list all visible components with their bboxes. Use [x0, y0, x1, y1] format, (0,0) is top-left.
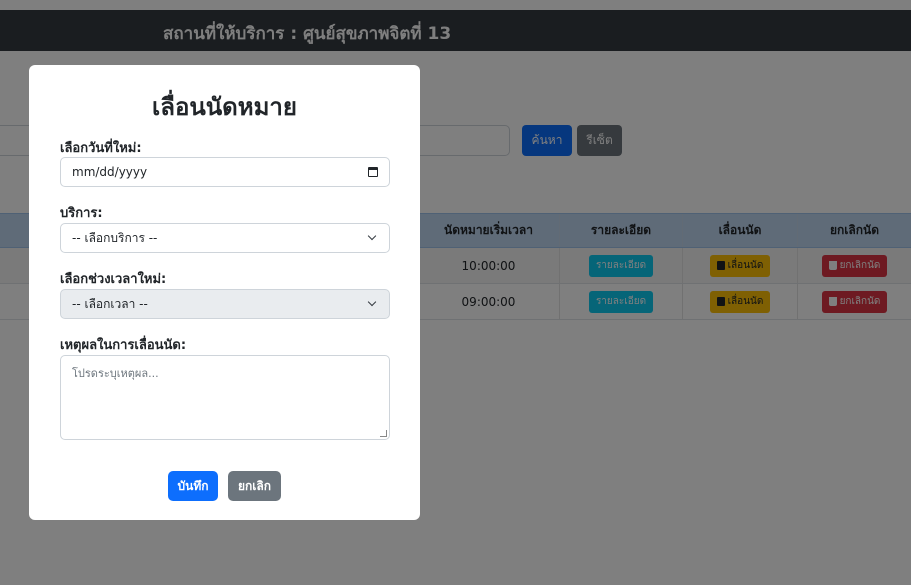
service-value: -- เลือกบริการ -- [72, 230, 158, 245]
modal-title: เลื่อนนัดหมาย [152, 93, 297, 121]
resize-handle-icon[interactable] [380, 430, 387, 437]
reason-placeholder: โปรดระบุเหตุผล... [72, 367, 159, 380]
reason-textarea[interactable]: โปรดระบุเหตุผล... [60, 355, 390, 440]
date-input[interactable]: mm/dd/yyyy [60, 157, 390, 187]
date-placeholder: mm/dd/yyyy [72, 165, 148, 179]
chevron-down-icon [367, 297, 377, 307]
calendar-icon[interactable] [368, 167, 378, 177]
time-value: -- เลือกเวลา -- [72, 296, 148, 311]
service-label: บริการ: [60, 206, 103, 221]
reschedule-modal: เลื่อนนัดหมาย เลือกวันที่ใหม่: mm/dd/yyy… [29, 65, 420, 520]
reason-label: เหตุผลในการเลื่อนนัด: [60, 338, 187, 353]
chevron-down-icon [367, 231, 377, 241]
date-label: เลือกวันที่ใหม่: [60, 141, 142, 156]
cancel-button[interactable]: ยกเลิก [228, 471, 281, 501]
save-button[interactable]: บันทึก [168, 471, 218, 501]
time-label: เลือกช่วงเวลาใหม่: [60, 272, 167, 287]
service-select[interactable]: -- เลือกบริการ -- [60, 223, 390, 253]
time-select[interactable]: -- เลือกเวลา -- [60, 289, 390, 319]
